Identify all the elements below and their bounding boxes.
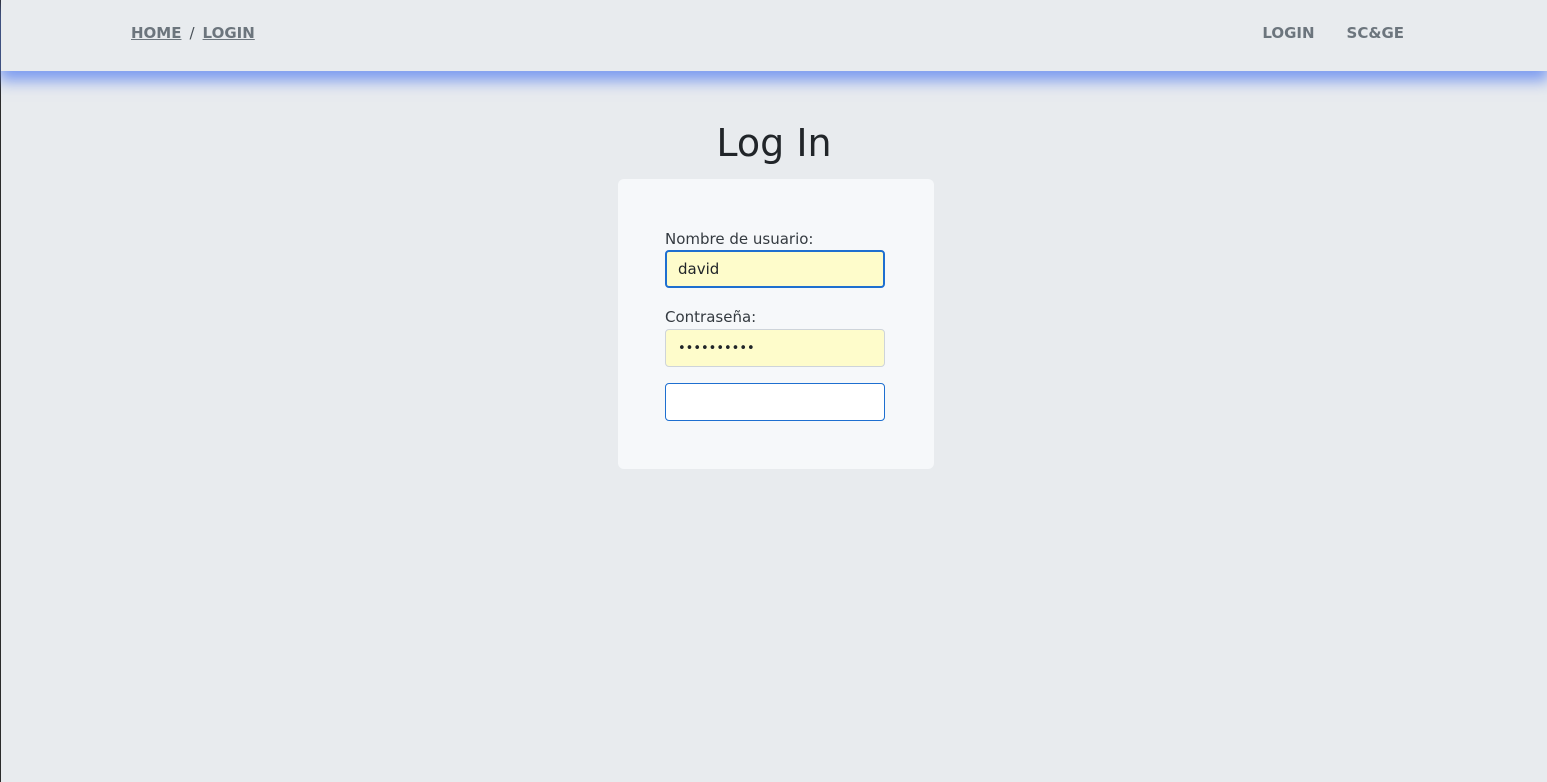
login-submit-button[interactable] bbox=[665, 383, 885, 421]
nav-links: LOGIN SC&GE bbox=[1262, 24, 1404, 42]
nav-brand-link[interactable]: SC&GE bbox=[1347, 24, 1404, 42]
password-input[interactable] bbox=[665, 329, 885, 367]
top-navbar: HOME / LOGIN LOGIN SC&GE bbox=[1, 0, 1547, 71]
username-input[interactable] bbox=[665, 250, 885, 288]
login-form-card: Nombre de usuario: Contraseña: bbox=[618, 179, 934, 469]
page-title: Log In bbox=[716, 121, 832, 165]
password-label: Contraseña: bbox=[665, 308, 757, 326]
username-label: Nombre de usuario: bbox=[665, 230, 814, 248]
breadcrumb-login-link[interactable]: LOGIN bbox=[203, 24, 255, 42]
breadcrumb-separator: / bbox=[189, 24, 195, 42]
breadcrumb: HOME / LOGIN bbox=[131, 24, 255, 42]
nav-login-link[interactable]: LOGIN bbox=[1262, 24, 1314, 42]
breadcrumb-home-link[interactable]: HOME bbox=[131, 24, 181, 42]
